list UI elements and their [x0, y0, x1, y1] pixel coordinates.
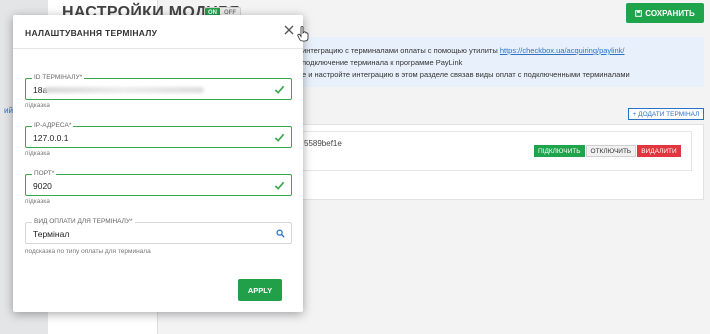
close-icon[interactable]: [283, 24, 295, 36]
check-icon: [274, 181, 285, 190]
payment-type-field: ВИД ОПЛАТИ ДЛЯ ТЕРМІНАЛУ* Термінал подск…: [25, 218, 292, 255]
modal-header: НАЛАШТУВАННЯ ТЕРМІНАЛУ: [13, 15, 303, 49]
port-input[interactable]: ПОРТ* 9020: [25, 170, 292, 196]
check-icon: [274, 133, 285, 142]
payment-type-select[interactable]: ВИД ОПЛАТИ ДЛЯ ТЕРМІНАЛУ* Термінал: [25, 218, 292, 244]
check-icon: [274, 85, 285, 94]
terminal-settings-modal: НАЛАШТУВАННЯ ТЕРМІНАЛУ ID ТЕРМІНАЛУ* 18a…: [13, 15, 303, 312]
apply-button[interactable]: APPLY: [238, 279, 282, 301]
hand-cursor-icon: [297, 26, 309, 42]
payment-type-hint: подсказка по типу оплаты для терминала: [25, 248, 151, 255]
port-hint: підказка: [25, 198, 50, 205]
ip-address-input[interactable]: IP-АДРЕСА* 127.0.0.1: [25, 122, 292, 148]
payment-type-label: ВИД ОПЛАТИ ДЛЯ ТЕРМІНАЛУ*: [32, 218, 135, 226]
payment-type-value: Термінал: [33, 229, 70, 239]
ip-address-value: 127.0.0.1: [33, 133, 69, 143]
search-icon[interactable]: [276, 229, 285, 238]
modal-title: НАЛАШТУВАННЯ ТЕРМІНАЛУ: [25, 28, 158, 38]
port-label: ПОРТ*: [32, 170, 57, 178]
terminal-id-input[interactable]: ID ТЕРМІНАЛУ* 18a: [25, 74, 292, 100]
ip-address-label: IP-АДРЕСА*: [32, 122, 74, 130]
terminal-id-field: ID ТЕРМІНАЛУ* 18a підказка: [25, 74, 292, 109]
ip-address-hint: підказка: [25, 150, 50, 157]
port-value: 9020: [33, 181, 52, 191]
terminal-id-hint: підказка: [25, 102, 50, 109]
port-field: ПОРТ* 9020 підказка: [25, 170, 292, 205]
redacted-value: [44, 87, 204, 93]
terminal-id-label: ID ТЕРМІНАЛУ*: [32, 74, 85, 82]
ip-address-field: IP-АДРЕСА* 127.0.0.1 підказка: [25, 122, 292, 157]
